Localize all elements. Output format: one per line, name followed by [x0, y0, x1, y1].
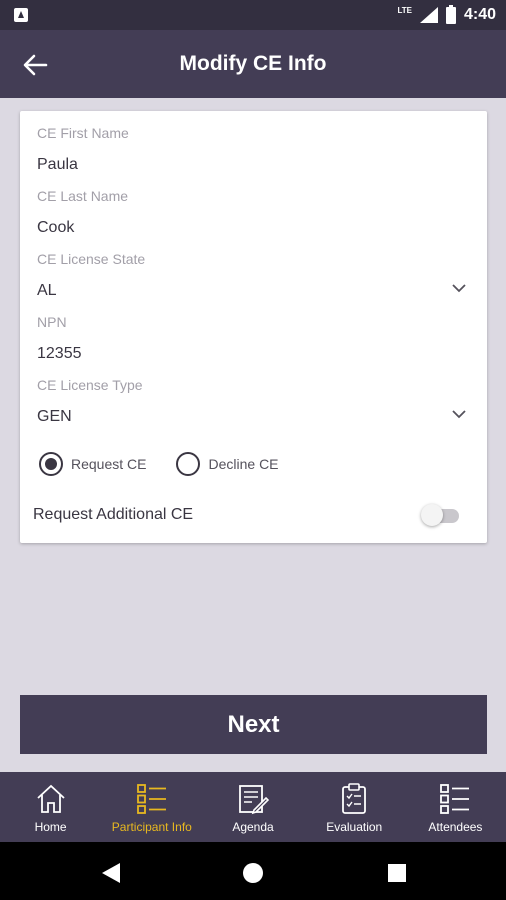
- signal-icon: [419, 7, 438, 23]
- license-state-value[interactable]: AL: [37, 282, 470, 300]
- nav-label-participant-info: Participant Info: [111, 820, 192, 834]
- nav-item-attendees[interactable]: Attendees: [405, 772, 506, 842]
- radio-unselected-icon[interactable]: [176, 452, 201, 476]
- decline-ce-label: Decline CE: [208, 456, 279, 472]
- app-bar: Modify CE Info: [0, 30, 506, 98]
- license-state-label: CE License State: [37, 251, 146, 267]
- network-type: LTE: [397, 5, 412, 15]
- npn-label: NPN: [37, 314, 67, 330]
- radio-selected-icon[interactable]: [39, 452, 63, 476]
- additional-ce-row: Request Additional CE: [33, 503, 461, 527]
- recents-square-icon[interactable]: [386, 862, 408, 884]
- nav-item-evaluation[interactable]: Evaluation: [304, 772, 405, 842]
- license-type-select[interactable]: CE License Type GEN: [37, 377, 470, 426]
- last-name-value[interactable]: Cook: [37, 219, 470, 237]
- ce-choice-radio-group: Request CE Decline CE: [39, 452, 309, 476]
- app-notification-icon: [14, 8, 28, 22]
- clipboard-icon: [342, 783, 367, 814]
- nav-item-participant-info[interactable]: Participant Info: [101, 772, 202, 842]
- page-title: Modify CE Info: [179, 52, 327, 75]
- agenda-icon: [239, 785, 270, 815]
- decline-ce-radio[interactable]: Decline CE: [176, 452, 279, 476]
- nav-item-agenda[interactable]: Agenda: [202, 772, 303, 842]
- request-ce-label: Request CE: [71, 456, 147, 472]
- first-name-label: CE First Name: [37, 125, 129, 141]
- clock: 4:40: [463, 6, 496, 23]
- nav-label-home: Home: [34, 820, 67, 834]
- license-state-select[interactable]: CE License State AL: [37, 251, 470, 300]
- home-circle-icon[interactable]: [242, 862, 264, 884]
- nav-label-attendees: Attendees: [428, 820, 483, 834]
- list-icon: [136, 784, 166, 814]
- nav-label-evaluation: Evaluation: [326, 820, 383, 834]
- first-name-field[interactable]: CE First Name Paula: [37, 125, 470, 174]
- back-triangle-icon[interactable]: [100, 862, 122, 884]
- license-type-value[interactable]: GEN: [37, 408, 470, 426]
- request-ce-radio[interactable]: Request CE: [39, 452, 146, 476]
- nav-item-home[interactable]: Home: [0, 772, 101, 842]
- battery-icon: [445, 4, 456, 24]
- npn-value[interactable]: 12355: [37, 345, 470, 363]
- chevron-down-icon[interactable]: [452, 409, 466, 419]
- home-icon: [36, 784, 65, 813]
- system-navigation-bar: [0, 842, 506, 900]
- first-name-value[interactable]: Paula: [37, 156, 470, 174]
- chevron-down-icon[interactable]: [452, 283, 466, 293]
- next-button[interactable]: Next: [20, 695, 487, 754]
- additional-ce-label: Request Additional CE: [33, 506, 194, 523]
- ce-info-form: CE First Name Paula CE Last Name Cook CE…: [20, 111, 487, 543]
- toggle-thumb[interactable]: [421, 504, 443, 526]
- npn-field[interactable]: NPN 12355: [37, 314, 470, 363]
- additional-ce-toggle[interactable]: [421, 503, 461, 527]
- checklist-icon: [440, 784, 470, 814]
- last-name-label: CE Last Name: [37, 188, 129, 204]
- last-name-field[interactable]: CE Last Name Cook: [37, 188, 470, 237]
- status-bar: LTE 4:40: [0, 0, 506, 30]
- nav-label-agenda: Agenda: [232, 820, 274, 834]
- license-type-label: CE License Type: [37, 377, 143, 393]
- bottom-navigation: Home Participant Info Agenda Evaluation: [0, 772, 506, 842]
